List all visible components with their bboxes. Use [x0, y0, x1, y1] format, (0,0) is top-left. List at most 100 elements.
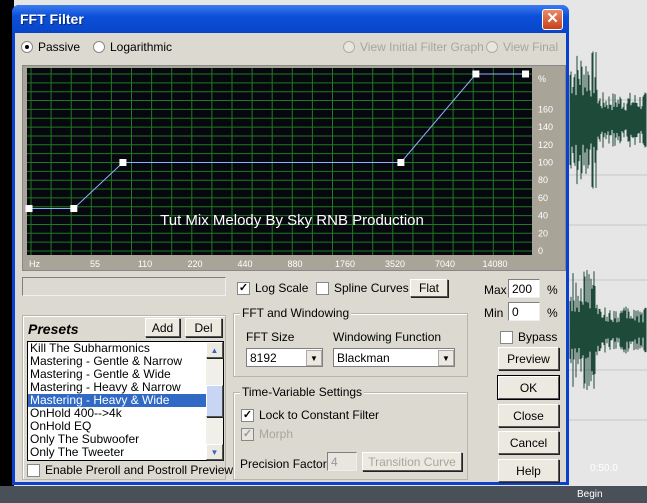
- waveform: [569, 270, 647, 390]
- min-percent-label: %: [547, 306, 558, 320]
- y-tick-label: 100: [538, 158, 553, 168]
- checkbox-icon: ✓: [241, 408, 254, 422]
- y-tick-label: 140: [538, 122, 553, 132]
- group-title: Time-Variable Settings: [240, 385, 365, 399]
- scroll-up-icon[interactable]: ▲: [206, 342, 223, 358]
- x-tick-label: 1760: [335, 259, 355, 269]
- radio-icon: [486, 41, 498, 53]
- status-field: [22, 277, 226, 296]
- add-preset-button[interactable]: Add: [145, 318, 180, 337]
- radio-view-final[interactable]: View Final: [486, 40, 558, 54]
- filter-control-point[interactable]: [70, 205, 78, 213]
- y-tick-label: 20: [538, 228, 548, 238]
- y-tick-label: 80: [538, 175, 548, 185]
- filter-control-point[interactable]: [472, 70, 480, 78]
- preset-list-item[interactable]: Only The Tweeter: [28, 446, 223, 459]
- checkbox-label: Enable Preroll and Postroll Preview: [45, 463, 234, 477]
- checkbox-label: Bypass: [518, 330, 558, 344]
- chevron-down-icon: ▼: [438, 349, 454, 366]
- filter-control-point[interactable]: [25, 205, 33, 213]
- radio-view-initial[interactable]: View Initial Filter Graph: [343, 40, 484, 54]
- y-tick-label: 60: [538, 193, 548, 203]
- waveform-display: [568, 51, 647, 421]
- x-tick-label: 7040: [435, 259, 455, 269]
- close-button[interactable]: Close: [498, 404, 559, 427]
- checkbox-icon: [316, 281, 329, 295]
- presets-list[interactable]: Kill The Subharmonics Mastering - Gentle …: [27, 341, 224, 461]
- checkbox-label: Spline Curves: [334, 281, 409, 295]
- filter-control-point[interactable]: [522, 70, 530, 78]
- log-scale-checkbox[interactable]: ✓ Log Scale: [237, 281, 308, 295]
- y-unit-label: %: [538, 74, 546, 84]
- radio-passive[interactable]: Passive: [21, 40, 80, 54]
- checkbox-icon: [27, 463, 40, 477]
- y-tick-label: 0: [538, 246, 543, 256]
- time-label: 0:50.0: [590, 463, 618, 474]
- radio-icon: [93, 41, 105, 53]
- x-unit-label: Hz: [29, 259, 40, 269]
- x-tick-label: 110: [138, 259, 152, 269]
- min-input[interactable]: [508, 302, 540, 321]
- checkbox-icon: ✓: [241, 427, 254, 441]
- min-label: Min: [484, 306, 504, 320]
- y-tick-label: 40: [538, 211, 548, 221]
- transition-curve-button[interactable]: Transition Curve: [362, 452, 462, 471]
- x-tick-label: 55: [90, 259, 100, 269]
- fft-size-label: FFT Size: [246, 330, 295, 344]
- lock-constant-filter-checkbox[interactable]: ✓ Lock to Constant Filter: [241, 408, 379, 422]
- presets-title: Presets: [28, 321, 79, 337]
- radio-label: Passive: [38, 40, 81, 54]
- chevron-down-icon: ▼: [306, 349, 322, 366]
- morph-checkbox[interactable]: ✓ Morph: [241, 427, 293, 441]
- background-statusbar: Begin: [0, 486, 647, 503]
- scroll-thumb[interactable]: [206, 385, 223, 417]
- select-value: 8192: [250, 350, 277, 365]
- help-button[interactable]: Help: [498, 459, 559, 482]
- fft-size-select[interactable]: 8192 ▼: [246, 348, 323, 367]
- preview-button[interactable]: Preview: [498, 347, 559, 370]
- fft-windowing-group: FFT and Windowing: [233, 306, 468, 377]
- checkbox-icon: ✓: [237, 281, 250, 295]
- delete-preset-button[interactable]: Del: [185, 318, 222, 337]
- max-label: Max: [484, 283, 507, 297]
- spline-curves-checkbox[interactable]: Spline Curves: [316, 281, 409, 295]
- bypass-checkbox[interactable]: Bypass: [500, 330, 557, 344]
- filter-graph-canvas[interactable]: Hz 55 110 220 440 880 1760 3520 7040 140800204060…: [23, 66, 567, 272]
- filter-graph[interactable]: Hz 55 110 220 440 880 1760 3520 7040 14080 0 20 40 60…: [22, 65, 566, 271]
- precision-factor-label: Precision Factor: [240, 457, 327, 471]
- x-tick-label: 220: [187, 259, 202, 269]
- radio-icon: [21, 41, 33, 53]
- filter-control-point[interactable]: [119, 159, 127, 166]
- enable-preroll-checkbox[interactable]: Enable Preroll and Postroll Preview: [27, 463, 233, 477]
- radio-icon: [343, 41, 355, 53]
- checkbox-label: Lock to Constant Filter: [259, 408, 380, 422]
- x-tick-label: 880: [287, 259, 302, 269]
- cancel-button[interactable]: Cancel: [498, 431, 559, 454]
- dialog-body: Passive Logarithmic View Initial Filter …: [15, 33, 566, 482]
- max-percent-label: %: [547, 283, 558, 297]
- checkbox-label: Log Scale: [255, 281, 309, 295]
- flat-button[interactable]: Flat: [410, 279, 448, 297]
- y-tick-label: 160: [538, 104, 553, 114]
- max-input[interactable]: [508, 279, 540, 298]
- close-icon[interactable]: ✕: [542, 9, 563, 30]
- precision-factor-input[interactable]: [327, 452, 357, 471]
- windowing-function-label: Windowing Function: [333, 330, 442, 344]
- windowing-function-select[interactable]: Blackman ▼: [333, 348, 455, 367]
- begin-label: Begin: [577, 489, 603, 500]
- radio-logarithmic[interactable]: Logarithmic: [93, 40, 172, 54]
- radio-label: View Final: [503, 40, 559, 54]
- x-tick-label: 14080: [482, 259, 507, 269]
- list-scrollbar[interactable]: ▲ ▼: [206, 342, 223, 460]
- waveform: [569, 51, 647, 189]
- scroll-down-icon[interactable]: ▼: [206, 444, 223, 460]
- y-tick-label: 120: [538, 140, 553, 150]
- select-value: Blackman: [337, 350, 390, 365]
- group-title: FFT and Windowing: [240, 306, 352, 320]
- radio-label: View Initial Filter Graph: [360, 40, 484, 54]
- x-tick-label: 440: [237, 259, 252, 269]
- ok-button[interactable]: OK: [497, 375, 560, 400]
- title-bar[interactable]: FFT Filter ✕: [12, 5, 569, 33]
- filter-control-point[interactable]: [397, 159, 405, 166]
- checkbox-label: Morph: [259, 427, 294, 441]
